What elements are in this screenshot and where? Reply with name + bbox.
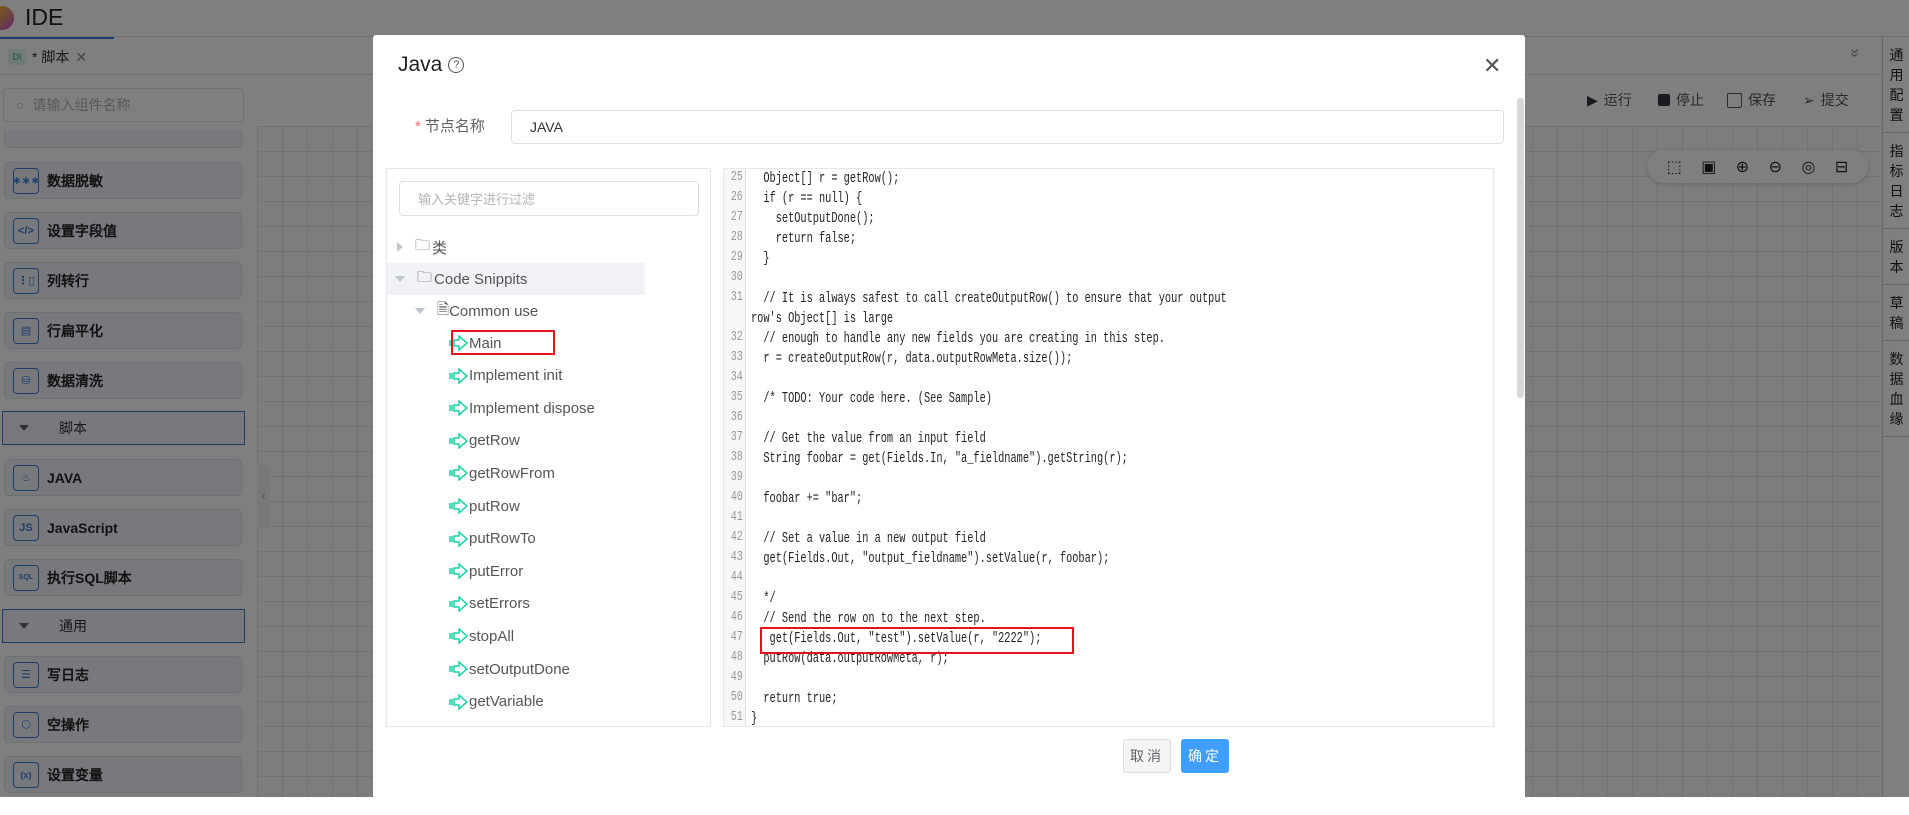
help-icon[interactable]: ?	[448, 57, 465, 73]
code-line: // Send the row on to the next step.	[751, 611, 986, 627]
folder-open-icon: 🗀	[417, 268, 433, 286]
code-line: Object[] r = getRow();	[751, 171, 900, 187]
snippet-arrow-icon	[449, 465, 469, 482]
tree-filter-input[interactable]: 输入关键字进行过滤	[399, 181, 699, 216]
tree-node-snippet[interactable]: getVariable	[387, 686, 645, 718]
line-number: 50	[730, 689, 743, 705]
caret-down-icon	[395, 276, 405, 282]
tree-node-snippet[interactable]: putError	[387, 555, 645, 587]
node-name-input[interactable]: JAVA	[511, 110, 1504, 144]
line-number: 46	[730, 609, 743, 625]
tree-node-common-use[interactable]: 🗎 Common use	[387, 295, 645, 327]
close-icon[interactable]: ✕	[1483, 53, 1501, 79]
node-name-label: * 节点名称	[415, 118, 485, 135]
code-line: // It is always safest to call createOut…	[751, 291, 1233, 327]
line-number: 33	[730, 349, 743, 365]
line-number: 41	[730, 509, 743, 525]
snippet-arrow-icon	[449, 595, 469, 612]
code-file-icon: 🗎	[437, 300, 450, 318]
snippet-arrow-icon	[449, 367, 469, 384]
line-number: 49	[730, 669, 743, 685]
dialog-title: Java ?	[398, 53, 465, 77]
line-number-gutter: 25 26 27 28 29 30 31 32 33 34 35 36 37 38 39 40 41 42 43 44…	[724, 169, 746, 726]
line-number: 48	[730, 649, 743, 665]
code-line: // Set a value in a new output field	[751, 531, 986, 547]
snippet-arrow-icon	[449, 726, 469, 727]
line-number: 42	[730, 529, 743, 545]
line-number: 26	[730, 189, 743, 205]
code-line: // Get the value from an input field	[751, 431, 986, 447]
snippet-arrow-icon	[449, 563, 469, 580]
code-line: }	[751, 711, 758, 727]
confirm-button[interactable]: 确定	[1181, 739, 1229, 773]
snippet-arrow-icon	[449, 530, 469, 547]
line-number: 28	[730, 229, 743, 245]
tree-node-code-snippits[interactable]: 🗀 Code Snippits	[387, 263, 645, 295]
code-line: return true;	[751, 691, 838, 707]
code-line: setOutputDone();	[751, 211, 875, 227]
tree-node-snippet[interactable]: getRowFrom	[387, 457, 645, 489]
line-number: 43	[730, 549, 743, 565]
line-number: 39	[730, 469, 743, 485]
snippet-arrow-icon	[449, 498, 469, 514]
tree-node-snippet[interactable]: Implement dispose	[387, 392, 645, 424]
line-number: 40	[730, 489, 743, 505]
line-number: 51	[730, 709, 743, 725]
code-line: /* TODO: Your code here. (See Sample)	[751, 391, 992, 407]
tree-node-snippet[interactable]: putRowTo	[387, 523, 645, 555]
dialog-scrollbar[interactable]	[1517, 98, 1524, 398]
tree-node-snippet[interactable]: putRow	[387, 490, 645, 522]
code-editor[interactable]: 25 26 27 28 29 30 31 32 33 34 35 36 37 38 39 40 41 42 43 44…	[723, 168, 1494, 727]
code-line: return false;	[751, 231, 857, 247]
code-line: if (r == null) {	[751, 191, 863, 207]
line-number: 35	[730, 389, 743, 405]
code-line: // enough to handle any new fields you a…	[751, 331, 1165, 347]
highlight-box-main	[451, 330, 555, 355]
line-number: 27	[730, 209, 743, 225]
code-line: r = createOutputRow(r, data.outputRowMet…	[751, 351, 1073, 367]
line-number: 37	[730, 429, 743, 445]
line-number: 47	[730, 629, 743, 645]
line-number: 32	[730, 329, 743, 345]
tree-node-snippet[interactable]: getRow	[387, 425, 645, 457]
highlight-box-code-line	[760, 627, 1074, 654]
caret-right-icon	[397, 242, 403, 252]
java-dialog: Java ? ✕ * 节点名称 JAVA 输入关键字进行过滤 🗀 类 🗀 Code S…	[373, 35, 1525, 815]
code-line: get(Fields.Out, "output_fieldname").setV…	[751, 551, 1110, 567]
line-number: 36	[730, 409, 743, 425]
folder-icon: 🗀	[415, 236, 431, 254]
code-line: foobar += "bar";	[751, 491, 863, 507]
snippet-arrow-icon	[449, 628, 469, 645]
tree-node-snippet[interactable]: Implement init	[387, 360, 645, 392]
code-line: String foobar = get(Fields.In, "a_fieldn…	[751, 451, 1128, 467]
line-number: 38	[730, 449, 743, 465]
tree-node-class[interactable]: 🗀 类	[387, 231, 645, 263]
snippet-tree-panel: 输入关键字进行过滤 🗀 类 🗀 Code Snippits 🗎 Common use …	[386, 168, 711, 727]
snippet-arrow-icon	[449, 400, 469, 417]
line-number: 44	[730, 569, 743, 585]
snippet-arrow-icon	[449, 693, 469, 710]
snippet-arrow-icon	[449, 661, 469, 677]
tree-node-snippet[interactable]: stopAll	[387, 620, 645, 652]
tree-node-snippet[interactable]: setOutputDone	[387, 653, 645, 685]
line-number: 45	[730, 589, 743, 605]
tree-node-snippet[interactable]: setErrors	[387, 588, 645, 620]
line-number: 34	[730, 369, 743, 385]
line-number: 31	[730, 289, 743, 305]
code-line: */	[751, 591, 776, 607]
snippet-arrow-icon	[449, 432, 469, 449]
line-number: 29	[730, 249, 743, 265]
code-line: }	[751, 251, 770, 267]
tree-node-snippet[interactable]: checkFeedback	[387, 718, 645, 727]
caret-down-icon	[415, 308, 425, 314]
cancel-button[interactable]: 取消	[1123, 739, 1171, 773]
line-number: 25	[730, 169, 743, 185]
line-number: 30	[730, 269, 743, 285]
